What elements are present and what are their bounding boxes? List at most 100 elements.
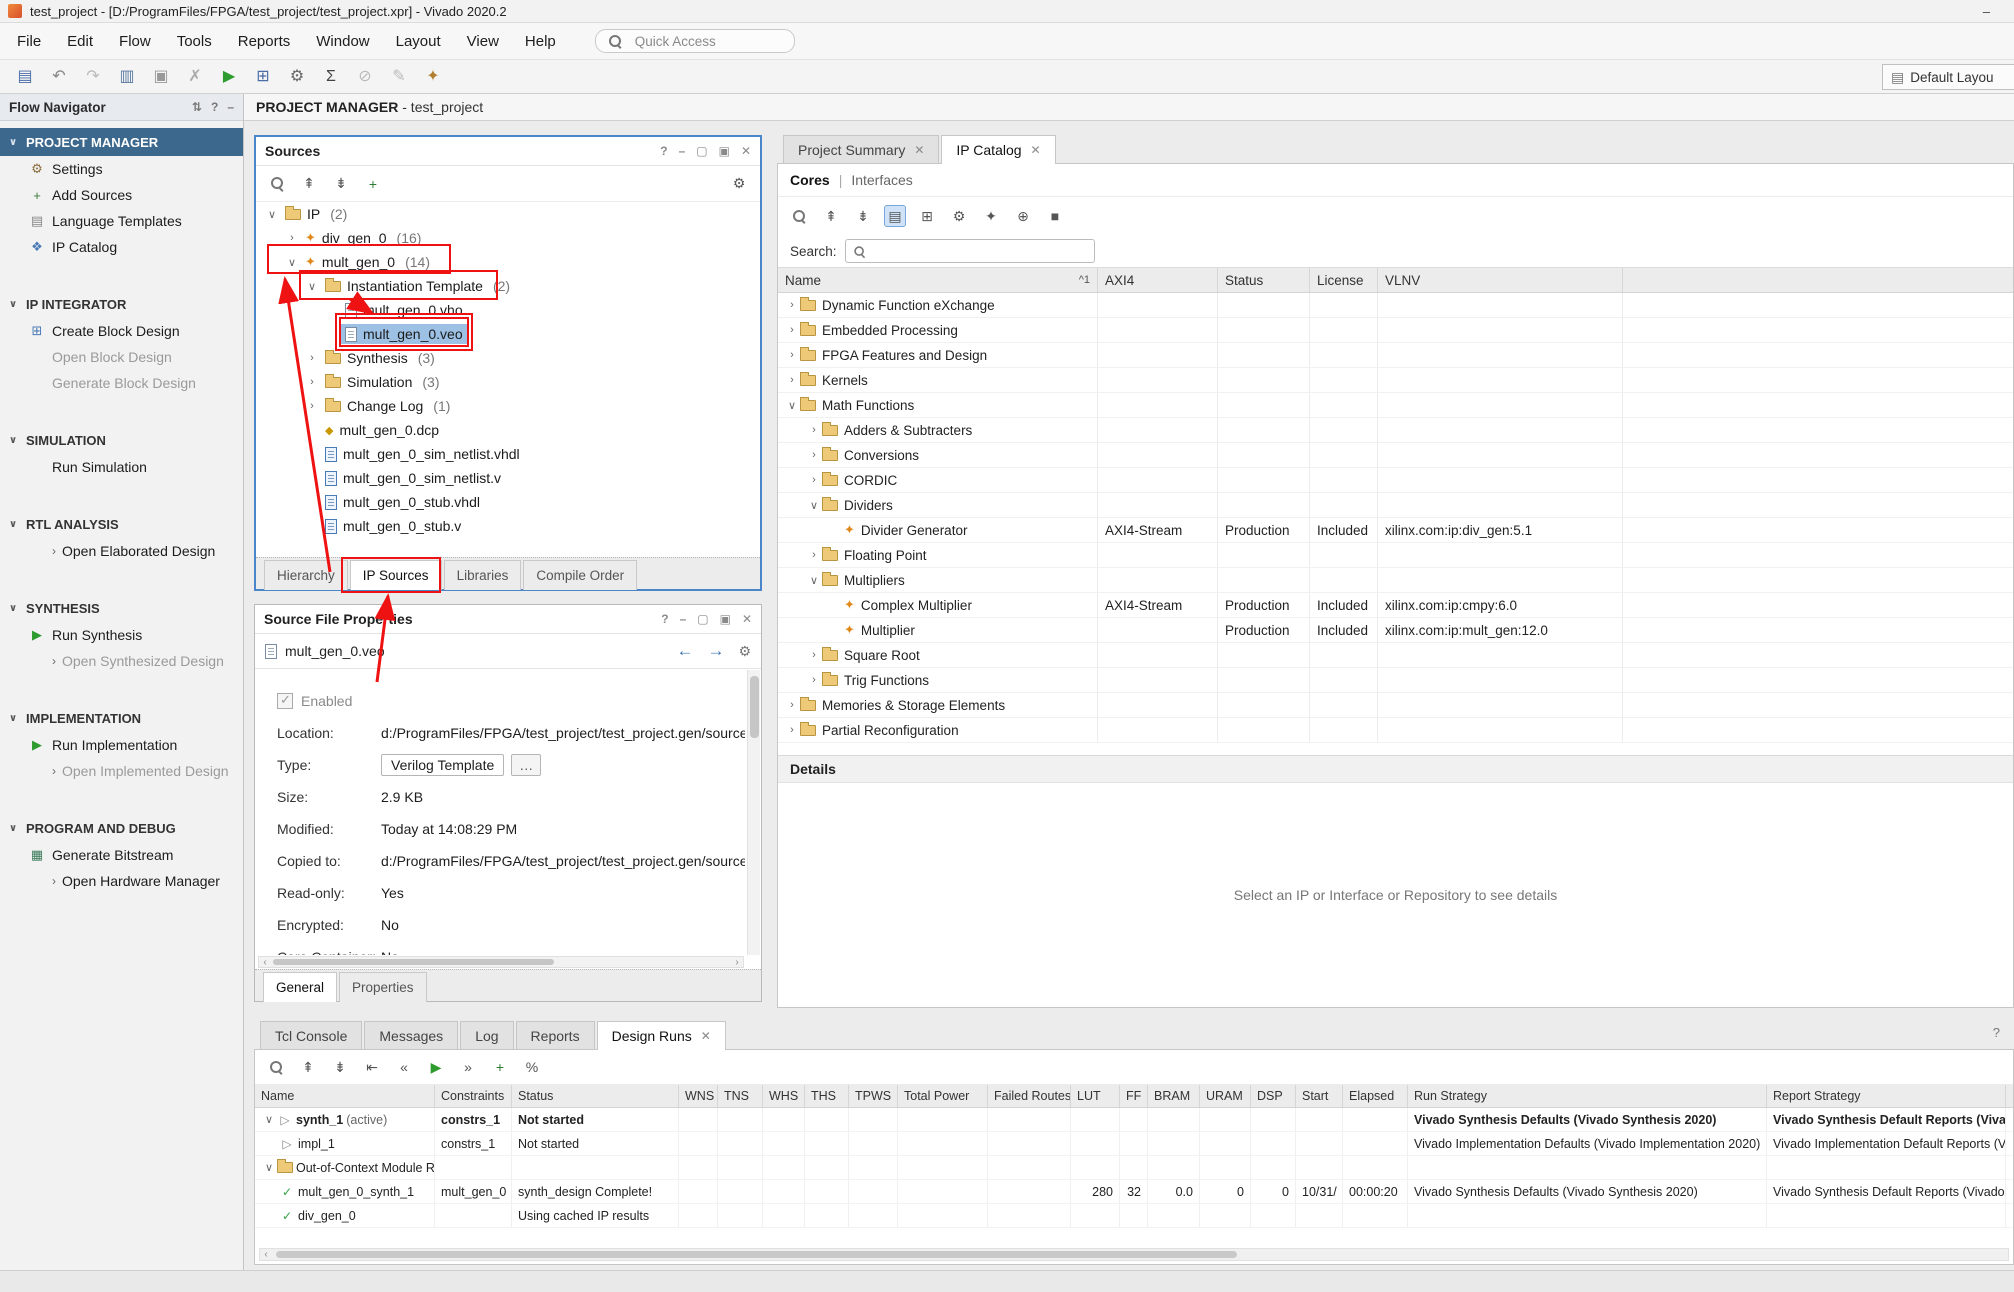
key-icon-button[interactable]: ✦ — [980, 205, 1002, 227]
flow-section-header-program-and-debug[interactable]: ∨PROGRAM AND DEBUG — [0, 814, 243, 842]
catalog-column-name[interactable]: Name^1 — [778, 268, 1098, 292]
close-icon[interactable]: ✕ — [741, 144, 751, 158]
runs-column-status[interactable]: Status — [512, 1085, 679, 1107]
blocks-icon-button[interactable]: ⊞ — [248, 64, 278, 90]
expander-closed-icon[interactable]: › — [806, 549, 822, 561]
runs-column-bram[interactable]: BRAM — [1148, 1085, 1200, 1107]
sources-tree-item-mult-gen-0-stub-vhdl[interactable]: mult_gen_0_stub.vhdl — [256, 490, 760, 514]
flow-section-header-rtl-analysis[interactable]: ∨RTL ANALYSIS — [0, 510, 243, 538]
sources-tree-item-mult-gen-0-vho[interactable]: mult_gen_0.vho — [256, 298, 760, 322]
runs-column-total-power[interactable]: Total Power — [898, 1085, 988, 1107]
ellipsis-button[interactable]: … — [511, 754, 541, 776]
flow-item-open-elaborated-design[interactable]: ›Open Elaborated Design — [0, 538, 243, 564]
tab-libraries[interactable]: Libraries — [444, 560, 522, 590]
maximize-icon[interactable]: ▢ — [696, 144, 707, 158]
sources-tree-item-mult-gen-0-sim-netlist-v[interactable]: mult_gen_0_sim_netlist.v — [256, 466, 760, 490]
runs-column-report-strategy[interactable]: Report Strategy — [1767, 1085, 2006, 1107]
runs-column-tpws[interactable]: TPWS — [849, 1085, 898, 1107]
catalog-row-memories-storage-elements[interactable]: ›Memories & Storage Elements — [778, 693, 2013, 718]
expander-open-icon[interactable]: ∨ — [264, 208, 280, 221]
expander-closed-icon[interactable]: › — [806, 424, 822, 436]
expander-closed-icon[interactable]: › — [784, 324, 800, 336]
close-icon[interactable]: ✕ — [742, 612, 752, 626]
flow-section-header-project-manager[interactable]: ∨PROJECT MANAGER — [0, 128, 243, 156]
tab-project-summary[interactable]: Project Summary✕ — [783, 135, 939, 164]
wand-icon-button[interactable]: ✦ — [418, 64, 448, 90]
tab-properties[interactable]: Properties — [339, 972, 427, 1002]
runs-column-elapsed[interactable]: Elapsed — [1343, 1085, 1408, 1107]
sources-tree-item-synthesis[interactable]: ›Synthesis(3) — [256, 346, 760, 370]
catalog-column-vlnv[interactable]: VLNV — [1378, 268, 1623, 292]
step-back-icon-button[interactable]: « — [393, 1056, 415, 1078]
sources-tree-item-simulation[interactable]: ›Simulation(3) — [256, 370, 760, 394]
runs-column-ths[interactable]: THS — [805, 1085, 849, 1107]
flow-item-language-templates[interactable]: ▤Language Templates — [0, 208, 243, 234]
tab-hierarchy[interactable]: Hierarchy — [264, 560, 348, 590]
sources-tree-item-change-log[interactable]: ›Change Log(1) — [256, 394, 760, 418]
sources-tree-item-mult-gen-0-dcp[interactable]: ◆mult_gen_0.dcp — [256, 418, 760, 442]
collapse-all-icon-button[interactable]: ⇞ — [820, 205, 842, 227]
flow-item-open-implemented-design[interactable]: ›Open Implemented Design — [0, 758, 243, 784]
menu-item-reports[interactable]: Reports — [225, 23, 304, 60]
search-icon-button[interactable] — [788, 205, 810, 227]
expander-closed-icon[interactable]: › — [284, 232, 300, 244]
expander-open-icon[interactable]: ∨ — [806, 574, 822, 587]
expander-closed-icon[interactable]: › — [784, 699, 800, 711]
expander-closed-icon[interactable]: › — [806, 649, 822, 661]
search-icon-button[interactable] — [265, 1056, 287, 1078]
menu-item-help[interactable]: Help — [512, 23, 569, 60]
add-sources-icon-button[interactable]: + — [362, 173, 384, 195]
undo-icon-button[interactable]: ↶ — [44, 64, 74, 90]
expander-open-icon[interactable]: ∨ — [784, 399, 800, 412]
catalog-column-license[interactable]: License — [1310, 268, 1378, 292]
tab-reports[interactable]: Reports — [516, 1021, 595, 1050]
expand-all-icon-button[interactable]: ⇟ — [852, 205, 874, 227]
tab-tcl-console[interactable]: Tcl Console — [260, 1021, 362, 1050]
sum-icon-button[interactable]: Σ — [316, 64, 346, 90]
catalog-row-adders-subtracters[interactable]: ›Adders & Subtracters — [778, 418, 2013, 443]
expander-closed-icon[interactable]: › — [784, 724, 800, 736]
flow-section-header-ip-integrator[interactable]: ∨IP INTEGRATOR — [0, 290, 243, 318]
scrollbar-thumb[interactable] — [750, 676, 759, 738]
web-icon-button[interactable]: ⊕ — [1012, 205, 1034, 227]
runs-column-tns[interactable]: TNS — [718, 1085, 763, 1107]
tab-ip-sources[interactable]: IP Sources — [350, 560, 442, 590]
catalog-row-floating-point[interactable]: ›Floating Point — [778, 543, 2013, 568]
go-to-start-icon-button[interactable]: ⇤ — [361, 1056, 383, 1078]
horizontal-scrollbar[interactable]: ‹ — [259, 1248, 2009, 1261]
catalog-row-trig-functions[interactable]: ›Trig Functions — [778, 668, 2013, 693]
flow-section-header-implementation[interactable]: ∨IMPLEMENTATION — [0, 704, 243, 732]
expander-open-icon[interactable]: ∨ — [261, 1161, 277, 1174]
catalog-row-complex-multiplier[interactable]: ✦Complex MultiplierAXI4-StreamProduction… — [778, 593, 2013, 618]
expander-open-icon[interactable]: ∨ — [261, 1113, 277, 1126]
search-icon-button[interactable] — [266, 173, 288, 195]
menu-item-layout[interactable]: Layout — [383, 23, 454, 60]
runs-column-uram[interactable]: URAM — [1200, 1085, 1251, 1107]
runs-column-name[interactable]: Name — [255, 1085, 435, 1107]
flow-item-ip-catalog[interactable]: ❖IP Catalog — [0, 234, 243, 260]
forward-icon[interactable]: → — [707, 641, 724, 661]
catalog-row-conversions[interactable]: ›Conversions — [778, 443, 2013, 468]
tab-log[interactable]: Log — [460, 1021, 513, 1050]
back-icon[interactable]: ← — [676, 641, 693, 661]
run-icon-button[interactable]: ▶ — [425, 1056, 447, 1078]
catalog-row-fpga-features-and-design[interactable]: ›FPGA Features and Design — [778, 343, 2013, 368]
runs-column-dsp[interactable]: DSP — [1251, 1085, 1296, 1107]
step-forward-icon-button[interactable]: » — [457, 1056, 479, 1078]
catalog-column-axi4[interactable]: AXI4 — [1098, 268, 1218, 292]
quick-access-search[interactable]: Quick Access — [595, 29, 795, 53]
minimize-window-button[interactable]: – — [1967, 4, 2006, 19]
flow-item-create-block-design[interactable]: ⊞Create Block Design — [0, 318, 243, 344]
help-icon[interactable]: ? — [661, 612, 668, 626]
menu-item-file[interactable]: File — [4, 23, 54, 60]
catalog-row-dividers[interactable]: ∨Dividers — [778, 493, 2013, 518]
vertical-scrollbar[interactable] — [747, 670, 760, 955]
runs-row-out-of-context-module-runs[interactable]: ∨Out-of-Context Module Runs — [255, 1156, 2013, 1180]
sources-tree-item-mult-gen-0-stub-v[interactable]: mult_gen_0_stub.v — [256, 514, 760, 538]
catalog-row-multiplier[interactable]: ✦MultiplierProductionIncludedxilinx.com:… — [778, 618, 2013, 643]
runs-row-mult-gen-0-synth-1[interactable]: ✓mult_gen_0_synth_1mult_gen_0synth_desig… — [255, 1180, 2013, 1204]
redo-icon-button[interactable]: ↷ — [78, 64, 108, 90]
catalog-row-partial-reconfiguration[interactable]: ›Partial Reconfiguration — [778, 718, 2013, 743]
runs-row-synth-1[interactable]: ∨▷synth_1 (active)constrs_1Not startedVi… — [255, 1108, 2013, 1132]
flow-item-open-block-design[interactable]: Open Block Design — [0, 344, 243, 370]
